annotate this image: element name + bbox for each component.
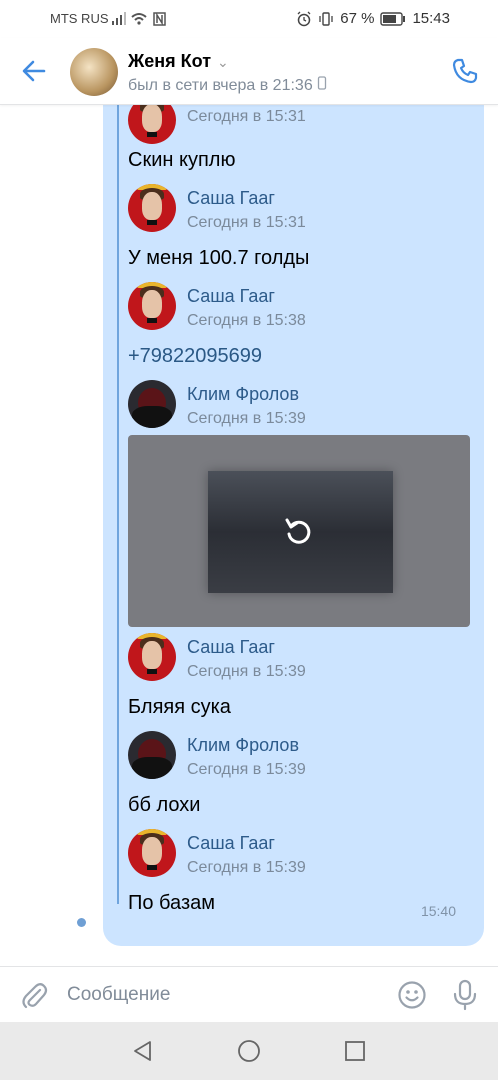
sender-avatar[interactable]	[128, 184, 176, 232]
sender-time: Сегодня в 15:38	[187, 312, 306, 329]
contact-name[interactable]: Женя Кот ⌄	[128, 51, 229, 72]
sender-time: Сегодня в 15:39	[187, 663, 306, 680]
forward-bar	[117, 104, 119, 904]
phone-link[interactable]: +79822095699	[128, 345, 262, 368]
sender-time: Сегодня в 15:39	[187, 859, 306, 876]
chat-header: Женя Кот ⌄ был в сети вчера в 21:36	[0, 38, 498, 105]
nav-home-icon[interactable]	[237, 1039, 261, 1063]
message-text: Скин куплю	[128, 149, 236, 171]
message-text: По базам	[128, 892, 215, 914]
back-arrow-icon[interactable]	[20, 57, 48, 85]
paperclip-icon[interactable]	[20, 981, 48, 1011]
sender-name[interactable]: Саша Гааг	[187, 833, 275, 854]
clock: 15:43	[412, 10, 450, 27]
message-text: бб лохи	[128, 794, 201, 816]
last-seen-status: был в сети вчера в 21:36	[128, 76, 327, 95]
sender-time: Сегодня в 15:31	[187, 214, 306, 231]
status-bar: MTS RUS 67 % 15:43	[0, 0, 498, 38]
battery-percent: 67 %	[340, 10, 375, 27]
avatar[interactable]	[70, 48, 118, 96]
message-composer: Сообщение	[0, 966, 498, 1023]
system-nav-bar	[0, 1022, 498, 1080]
sender-name[interactable]: Саша Гааг	[187, 188, 275, 209]
emoji-icon[interactable]	[397, 980, 427, 1010]
nav-recents-icon[interactable]	[343, 1039, 367, 1063]
battery-icon	[380, 11, 406, 26]
sender-name[interactable]: Клим Фролов	[187, 384, 299, 405]
signal-icon	[112, 12, 166, 26]
sender-avatar[interactable]	[128, 633, 176, 681]
unread-dot	[77, 918, 86, 927]
vibrate-icon	[319, 11, 333, 26]
alarm-icon	[297, 11, 311, 26]
sender-avatar[interactable]	[128, 282, 176, 330]
sender-time: Сегодня в 15:31	[187, 108, 306, 125]
chevron-down-icon: ⌄	[217, 54, 229, 70]
message-input[interactable]: Сообщение	[67, 984, 170, 1006]
sender-name[interactable]: Саша Гааг	[187, 637, 275, 658]
sender-name[interactable]: Саша Гааг	[187, 286, 275, 307]
reload-icon[interactable]	[280, 513, 316, 549]
sender-time: Сегодня в 15:39	[187, 410, 306, 427]
sender-name[interactable]: Клим Фролов	[187, 735, 299, 756]
message-text: У меня 100.7 голды	[128, 247, 310, 269]
sender-avatar[interactable]	[128, 731, 176, 779]
phone-icon[interactable]	[450, 56, 480, 86]
mobile-icon	[318, 76, 327, 90]
sender-time: Сегодня в 15:39	[187, 761, 306, 778]
message-text: Бляяя сука	[128, 696, 231, 718]
microphone-icon[interactable]	[452, 979, 478, 1011]
nav-back-icon[interactable]	[131, 1039, 155, 1063]
photo-attachment[interactable]	[128, 435, 470, 627]
carrier-label: MTS RUS	[50, 11, 109, 26]
message-list[interactable]: 15:40 Сегодня в 15:31 Скин куплю Саша Га…	[0, 104, 498, 966]
sender-avatar[interactable]	[128, 380, 176, 428]
sender-avatar[interactable]	[128, 829, 176, 877]
message-time: 15:40	[420, 903, 456, 919]
